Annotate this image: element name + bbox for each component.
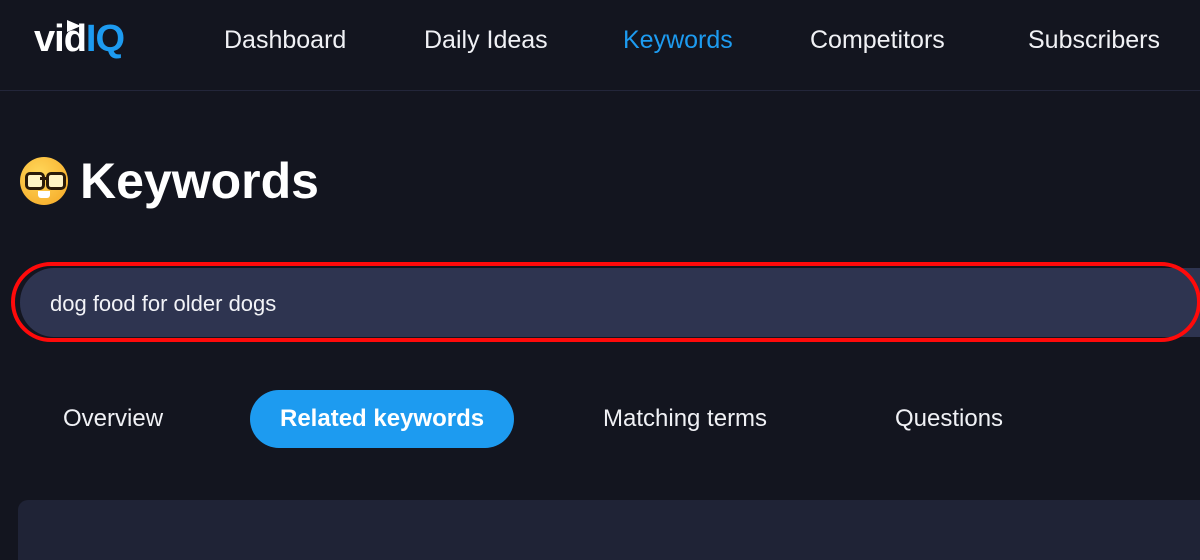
tab-questions[interactable]: Questions: [895, 390, 1003, 448]
nav-competitors[interactable]: Competitors: [810, 26, 945, 55]
play-icon: [67, 20, 81, 32]
tab-related-keywords[interactable]: Related keywords: [250, 390, 515, 448]
nerd-face-icon: [20, 157, 68, 205]
tab-matching-terms[interactable]: Matching terms: [603, 390, 767, 448]
results-panel: [18, 500, 1200, 560]
nav-subscribers[interactable]: Subscribers: [1028, 26, 1160, 55]
page-title: Keywords: [20, 152, 319, 210]
vidiq-logo[interactable]: vidIQ: [34, 18, 125, 61]
page-title-text: Keywords: [80, 153, 319, 209]
top-navigation-bar: vidIQ Dashboard Daily Ideas Keywords Com…: [0, 0, 1200, 91]
nav-daily-ideas[interactable]: Daily Ideas: [424, 26, 548, 55]
keyword-search-input[interactable]: [48, 268, 1152, 339]
nav-dashboard[interactable]: Dashboard: [224, 26, 346, 55]
keyword-search-box: [20, 268, 1200, 339]
nav-keywords[interactable]: Keywords: [623, 26, 733, 55]
tab-overview[interactable]: Overview: [63, 390, 163, 448]
